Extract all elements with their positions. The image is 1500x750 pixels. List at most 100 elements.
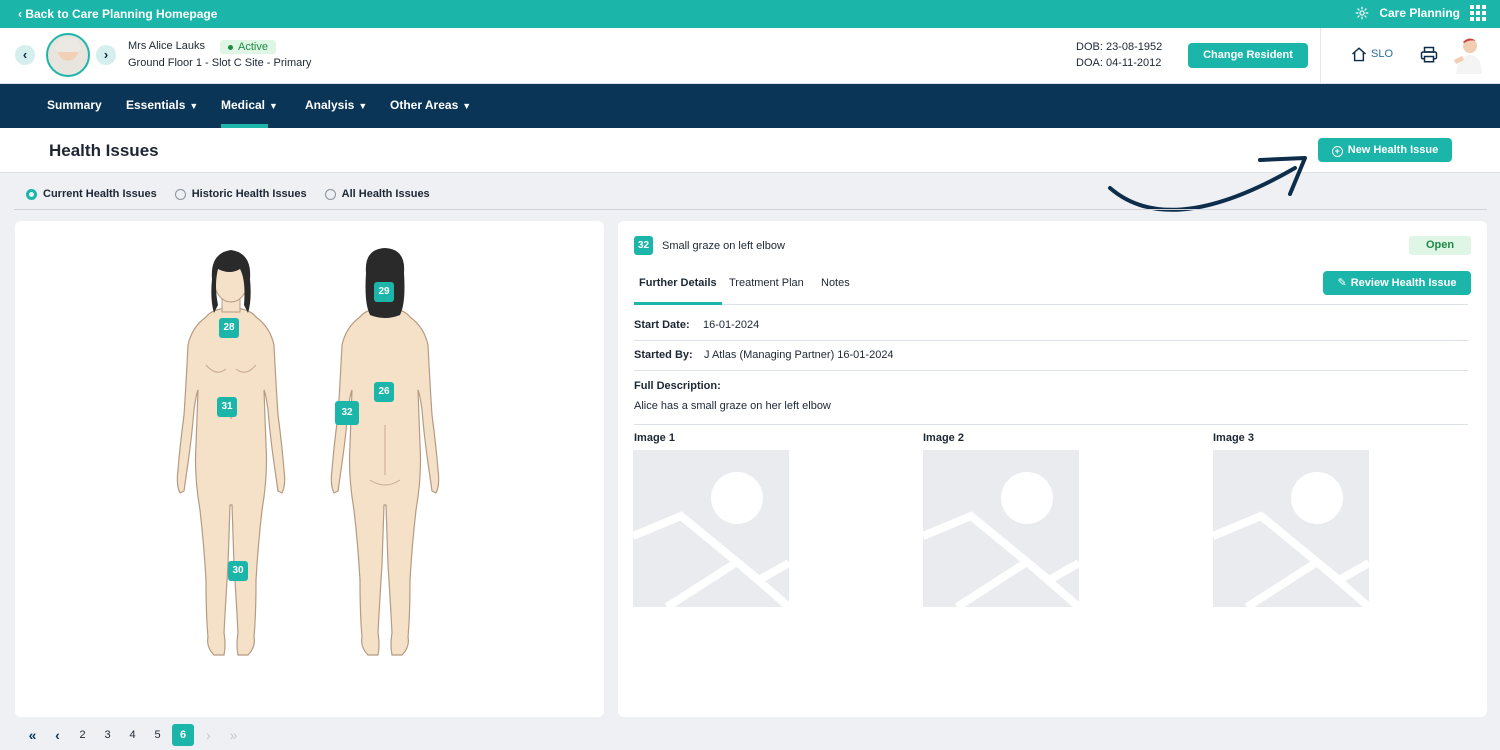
nav-essentials-label: Essentials xyxy=(126,98,186,112)
radio-icon xyxy=(174,188,186,200)
nav-other-areas-label: Other Areas xyxy=(390,98,459,112)
body-marker-28-front[interactable]: 28 xyxy=(219,318,239,338)
filter-current-label: Current Health Issues xyxy=(43,188,157,200)
issue-id-badge: 32 xyxy=(634,236,653,255)
body-marker-30[interactable]: 30 xyxy=(228,561,248,581)
image-placeholder-icon xyxy=(923,472,1079,607)
radio-icon xyxy=(324,188,336,200)
date-of-birth: DOB: 23-08-1952 xyxy=(1076,41,1163,53)
new-health-issue-button[interactable]: + New Health Issue xyxy=(1318,138,1452,162)
user-profile-icon[interactable] xyxy=(1452,36,1484,74)
chevron-down-icon: ▼ xyxy=(462,101,472,111)
resident-location: Ground Floor 1 - Slot C Site - Primary xyxy=(128,57,312,69)
health-issue-filters: Current Health Issues Historic Health Is… xyxy=(26,188,430,200)
resident-name: Mrs Alice Lauks xyxy=(128,40,206,52)
resident-header: ‹ › Mrs Alice Lauks Active Ground Floor … xyxy=(0,28,1500,84)
chevron-down-icon: ▼ xyxy=(189,101,199,111)
last-page-icon: » xyxy=(229,727,238,743)
tab-further-details[interactable]: Further Details xyxy=(639,277,717,289)
image-3-placeholder[interactable] xyxy=(1213,450,1369,607)
page-3[interactable]: 3 xyxy=(95,724,120,746)
image-1-placeholder[interactable] xyxy=(633,450,789,607)
image-2-placeholder[interactable] xyxy=(923,450,1079,607)
header-divider xyxy=(1320,28,1321,84)
nav-medical[interactable]: Medical ▼ xyxy=(221,98,278,112)
nav-other-areas[interactable]: Other Areas ▼ xyxy=(390,98,471,112)
first-page-icon[interactable]: « xyxy=(20,724,45,746)
chevron-down-icon: ▼ xyxy=(269,101,278,111)
top-bar: ‹ Back to Care Planning Homepage Care Pl… xyxy=(0,0,1500,28)
next-resident-button[interactable]: › xyxy=(96,45,116,65)
nav-analysis-label: Analysis xyxy=(305,98,355,112)
image-placeholder-icon xyxy=(1213,472,1369,607)
body-map xyxy=(176,248,440,656)
previous-resident-button[interactable]: ‹ xyxy=(15,45,35,65)
status-badge: Active xyxy=(220,40,276,54)
body-marker-26[interactable]: 26 xyxy=(374,382,394,402)
start-date-value: 16-01-2024 xyxy=(703,319,760,331)
plus-circle-icon: + xyxy=(1331,146,1343,157)
tab-treatment-plan[interactable]: Treatment Plan xyxy=(729,277,804,289)
review-health-issue-button[interactable]: ✎ Review Health Issue xyxy=(1323,271,1471,295)
page-6-current[interactable]: 6 xyxy=(172,724,194,746)
tab-notes[interactable]: Notes xyxy=(821,277,850,289)
description-value: Alice has a small graze on her left elbo… xyxy=(634,400,831,412)
filter-all[interactable]: All Health Issues xyxy=(324,188,430,200)
previous-page-icon[interactable]: ‹ xyxy=(45,724,70,746)
pagination: « ‹ 2 3 4 5 6 › » xyxy=(20,724,246,746)
filter-historic-label: Historic Health Issues xyxy=(191,188,307,200)
avatar xyxy=(46,33,90,77)
tab-active-indicator xyxy=(634,302,722,305)
next-page-icon: › xyxy=(206,727,211,743)
slo-button[interactable]: SLO xyxy=(1350,46,1393,62)
body-marker-31[interactable]: 31 xyxy=(217,397,237,417)
tabs-divider xyxy=(634,304,1468,305)
filter-current[interactable]: Current Health Issues xyxy=(26,188,157,200)
top-bar-right: Care Planning xyxy=(1355,5,1486,21)
radio-selected-icon xyxy=(26,188,37,200)
row-divider xyxy=(634,424,1468,425)
description-label: Full Description: xyxy=(634,380,721,392)
row-divider xyxy=(634,340,1468,341)
status-badge: Open xyxy=(1409,236,1471,255)
started-by-value: J Atlas (Managing Partner) 16-01-2024 xyxy=(704,349,894,361)
app-label[interactable]: Care Planning xyxy=(1379,6,1460,20)
started-by-label: Started By: xyxy=(634,349,693,361)
nav-analysis[interactable]: Analysis ▼ xyxy=(305,98,367,112)
nav-summary[interactable]: Summary xyxy=(47,98,102,112)
page-4[interactable]: 4 xyxy=(120,724,145,746)
start-date-label: Start Date: xyxy=(634,319,690,331)
nav-summary-label: Summary xyxy=(47,98,102,112)
back-to-homepage-link[interactable]: ‹ Back to Care Planning Homepage xyxy=(18,7,217,21)
status-text: Active xyxy=(238,41,268,53)
print-button[interactable] xyxy=(1420,46,1438,69)
date-of-admission: DOA: 04-11-2012 xyxy=(1076,57,1162,69)
filter-all-label: All Health Issues xyxy=(341,188,430,200)
change-resident-button[interactable]: Change Resident xyxy=(1188,43,1308,68)
front-body-figure[interactable] xyxy=(176,250,286,656)
back-body-figure[interactable] xyxy=(330,248,440,656)
row-divider xyxy=(634,370,1468,371)
filter-historic[interactable]: Historic Health Issues xyxy=(174,188,307,200)
pencil-icon: ✎ xyxy=(1337,277,1347,289)
chevron-down-icon: ▼ xyxy=(358,101,368,111)
page-title: Health Issues xyxy=(49,141,159,160)
review-health-issue-label: Review Health Issue xyxy=(1350,277,1457,289)
apps-grid-icon[interactable] xyxy=(1470,5,1486,21)
image-placeholder-icon xyxy=(633,472,789,607)
page-2[interactable]: 2 xyxy=(70,724,95,746)
nav-essentials[interactable]: Essentials ▼ xyxy=(126,98,198,112)
image-2-label: Image 2 xyxy=(923,432,964,444)
annotation-arrow xyxy=(1108,156,1307,212)
page-5[interactable]: 5 xyxy=(145,724,170,746)
image-1-label: Image 1 xyxy=(634,432,675,444)
issue-title: Small graze on left elbow xyxy=(662,240,785,252)
home-icon xyxy=(1351,47,1367,62)
gear-icon[interactable] xyxy=(1355,6,1369,20)
filter-divider xyxy=(14,209,1487,210)
nav-medical-label: Medical xyxy=(221,98,266,112)
body-marker-32[interactable]: 32 xyxy=(335,401,359,425)
new-health-issue-label: New Health Issue xyxy=(1347,144,1439,156)
body-marker-29[interactable]: 29 xyxy=(374,282,394,302)
status-dot-icon xyxy=(228,44,233,50)
